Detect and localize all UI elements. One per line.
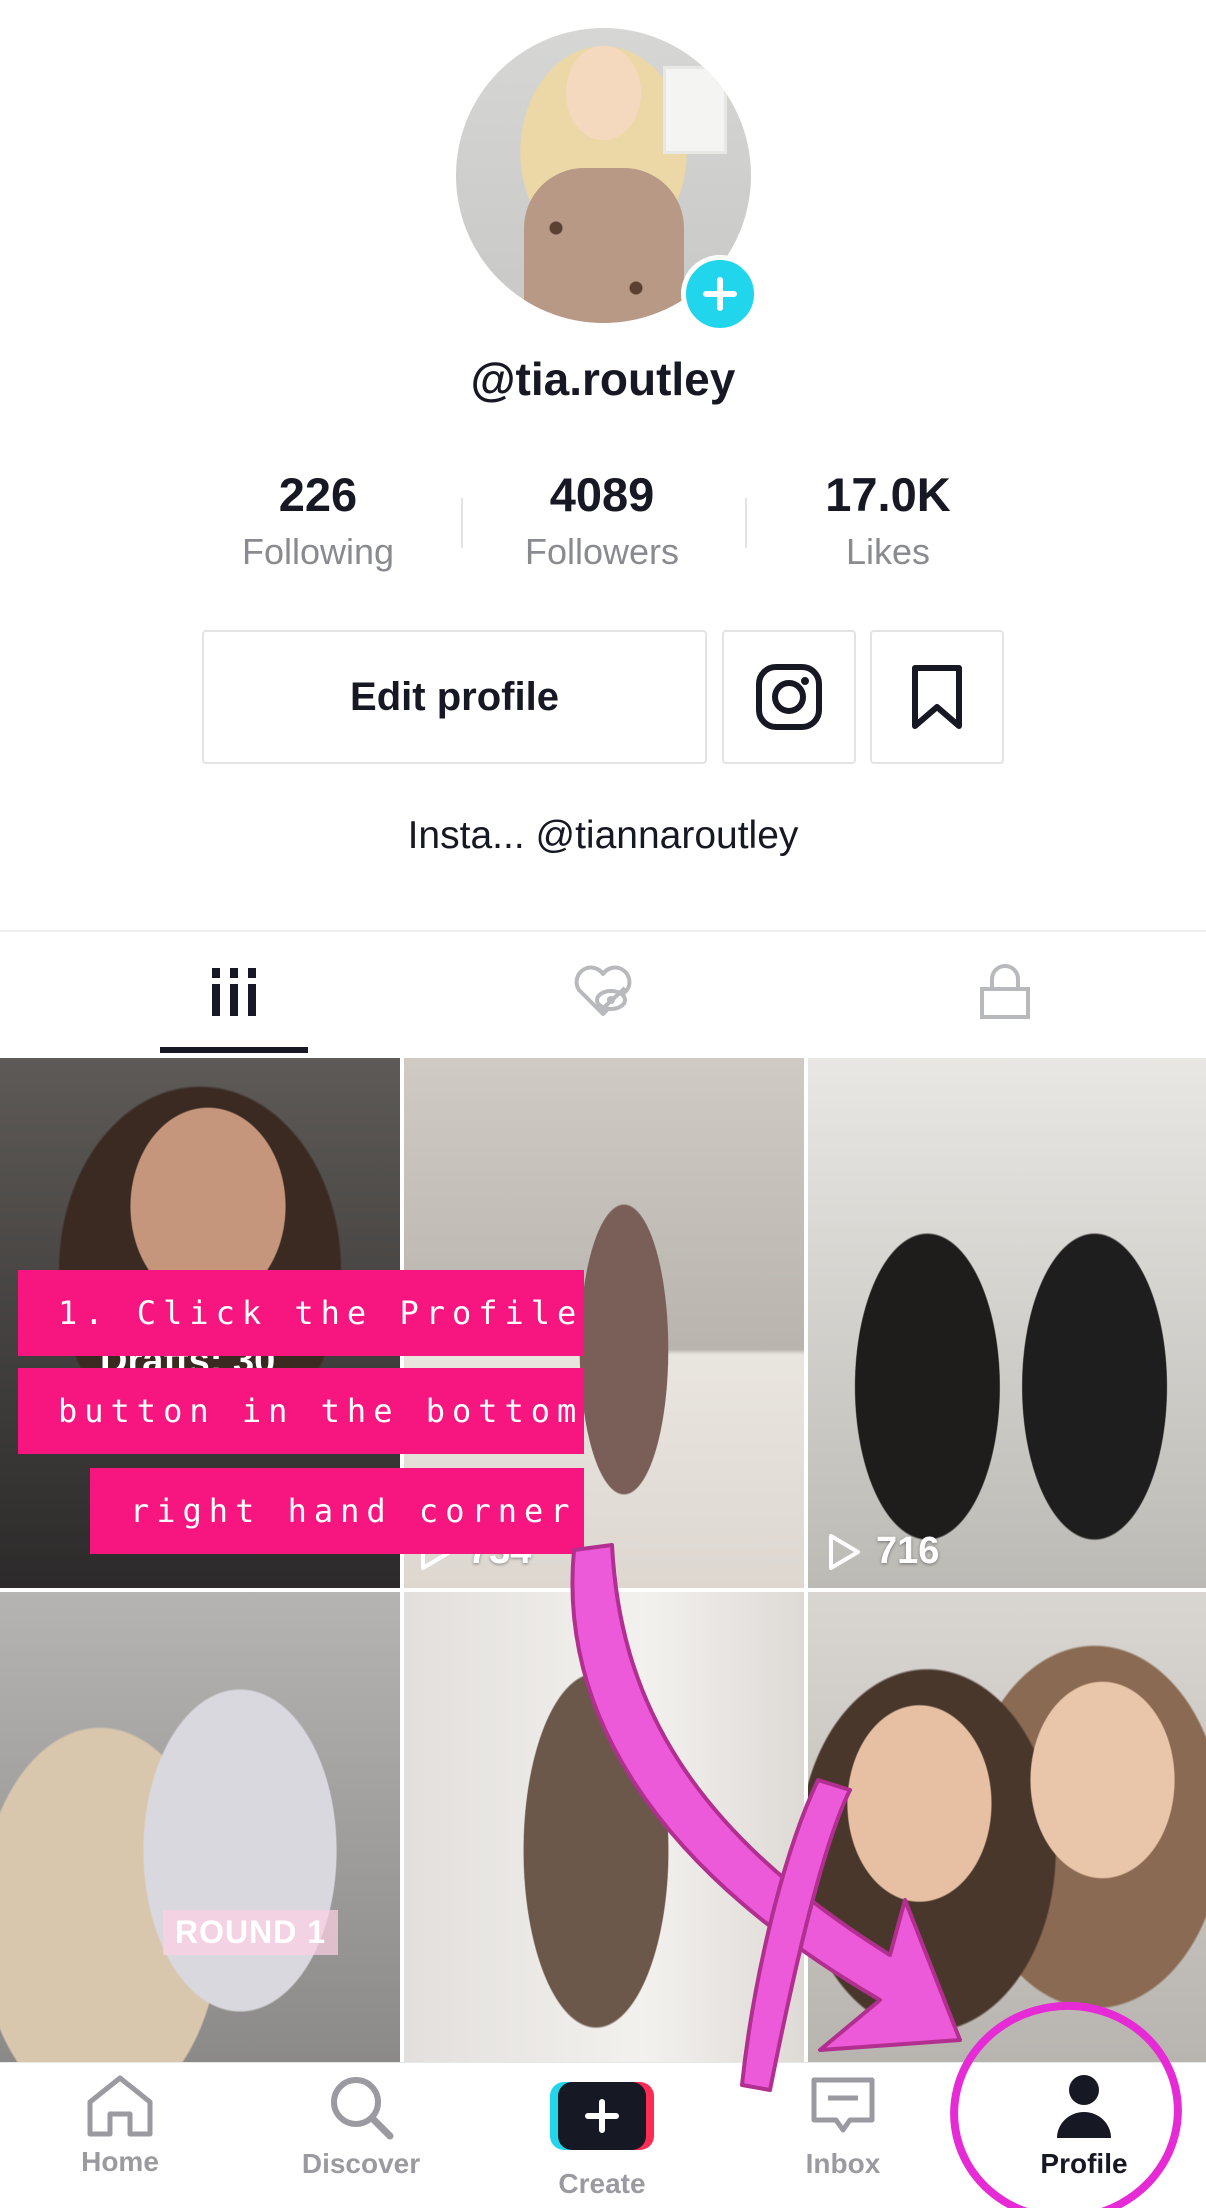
nav-discover[interactable]: Discover bbox=[241, 2072, 481, 2202]
nav-profile-label: Profile bbox=[1040, 2148, 1128, 2179]
nav-home-label: Home bbox=[81, 2146, 159, 2177]
following-stat[interactable]: 226 Following bbox=[198, 466, 438, 574]
nav-create-label: Create bbox=[558, 2168, 646, 2199]
add-photo-button[interactable] bbox=[681, 255, 759, 333]
likes-count: 17.0K bbox=[825, 468, 951, 521]
bio-text: Insta... @tiannaroutley bbox=[407, 814, 799, 857]
instruction-line: right hand corner bbox=[90, 1468, 584, 1554]
tab-private[interactable] bbox=[804, 932, 1206, 1052]
username: @tia.routley bbox=[470, 353, 736, 405]
likes-label: Likes bbox=[845, 531, 931, 572]
create-button[interactable] bbox=[550, 2082, 654, 2150]
nav-inbox[interactable]: Inbox bbox=[723, 2072, 963, 2202]
liked-hidden-icon bbox=[574, 965, 632, 1016]
likes-stat[interactable]: 17.0K Likes bbox=[768, 466, 1008, 574]
following-count: 226 bbox=[278, 468, 358, 521]
video-thumbnail[interactable] bbox=[808, 1592, 1206, 2062]
tab-active-indicator bbox=[160, 1047, 308, 1053]
nav-discover-label: Discover bbox=[301, 2148, 421, 2179]
instagram-icon bbox=[756, 664, 822, 730]
create-button-face bbox=[558, 2082, 646, 2150]
lock-icon bbox=[980, 964, 1030, 1019]
view-count-value: 716 bbox=[876, 1530, 940, 1572]
followers-stat[interactable]: 4089 Followers bbox=[482, 466, 722, 574]
instruction-line: button in the bottom bbox=[18, 1368, 584, 1454]
create-plus-icon bbox=[585, 2099, 619, 2133]
edit-profile-button[interactable]: Edit profile bbox=[202, 630, 707, 764]
video-thumbnail[interactable] bbox=[808, 1058, 1206, 1588]
wall-frame bbox=[663, 66, 727, 154]
bookmark-button[interactable] bbox=[870, 630, 1004, 764]
inbox-icon bbox=[811, 2077, 875, 2133]
nav-create[interactable]: Create bbox=[482, 2072, 722, 2202]
bookmark-icon bbox=[912, 665, 962, 729]
instruction-line: 1. Click the Profile bbox=[18, 1270, 584, 1356]
video-thumbnail[interactable] bbox=[0, 1592, 400, 2062]
instagram-button[interactable] bbox=[722, 630, 856, 764]
video-sticker-text: ROUND 1 bbox=[163, 1910, 339, 1955]
video-thumbnail[interactable] bbox=[404, 1592, 804, 2062]
person-icon bbox=[1057, 2075, 1111, 2138]
search-icon bbox=[331, 2077, 394, 2140]
tab-videos[interactable] bbox=[32, 932, 436, 1052]
nav-home[interactable]: Home bbox=[0, 2072, 240, 2202]
avatar-figure bbox=[524, 168, 684, 323]
followers-label: Followers bbox=[524, 531, 680, 572]
play-icon bbox=[829, 1533, 860, 1570]
nav-inbox-label: Inbox bbox=[805, 2148, 881, 2179]
following-label: Following bbox=[241, 531, 395, 572]
followers-count: 4089 bbox=[549, 468, 655, 521]
view-count: 716 bbox=[826, 1530, 939, 1573]
plus-icon bbox=[703, 277, 737, 311]
grid-icon bbox=[212, 968, 256, 1016]
nav-profile[interactable]: Profile bbox=[964, 2072, 1204, 2202]
home-icon bbox=[87, 2075, 153, 2137]
stat-divider bbox=[461, 498, 463, 548]
stat-divider bbox=[745, 498, 747, 548]
tab-liked[interactable] bbox=[402, 932, 804, 1052]
